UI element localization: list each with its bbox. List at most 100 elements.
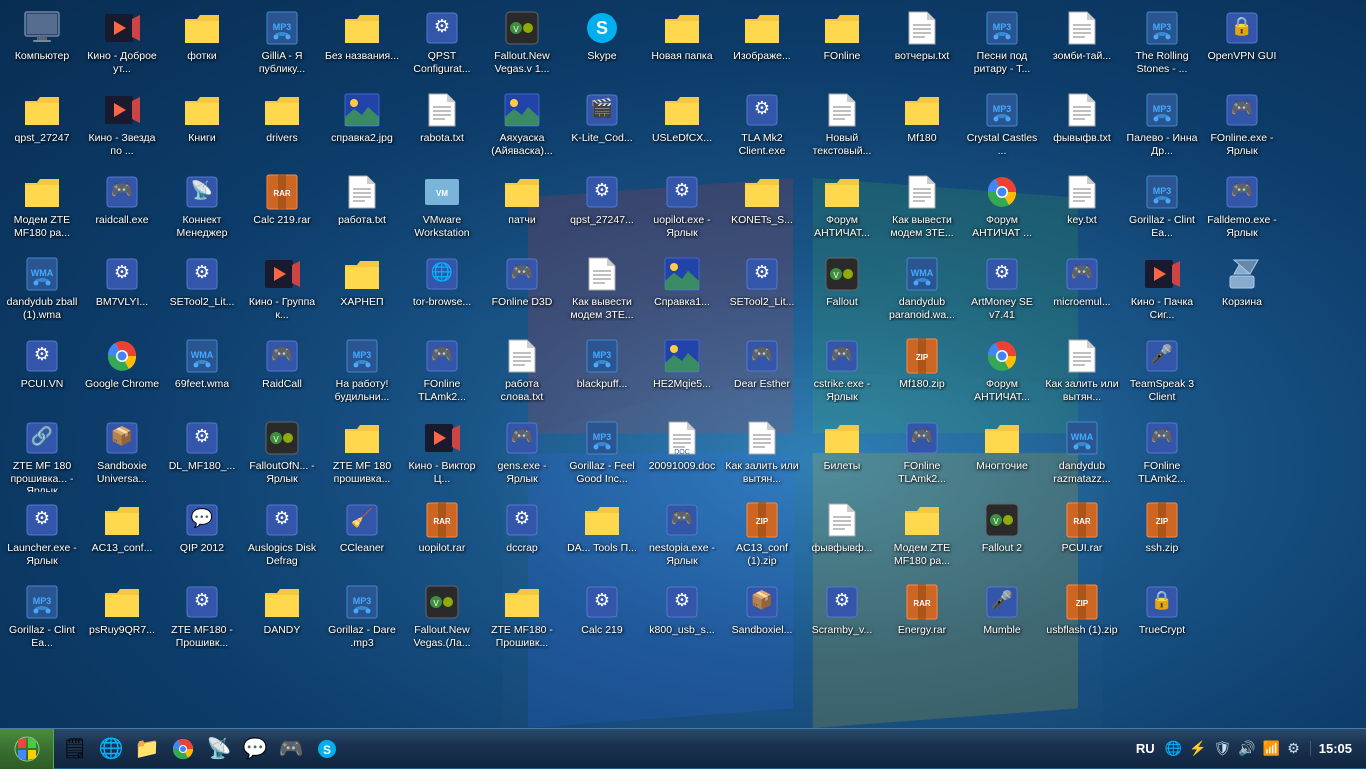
desktop-icon-k-lite-cod[interactable]: 🎬 K-Lite_Cod... — [562, 86, 642, 168]
desktop-icon-spravka1[interactable]: Справка1... — [642, 250, 722, 332]
desktop-icon-fonline-folder[interactable]: FOnline — [802, 4, 882, 86]
desktop-icon-uslefcx[interactable]: USLeDfCX... — [642, 86, 722, 168]
desktop-icon-dl-mf180[interactable]: ⚙ DL_MF180_... — [162, 414, 242, 496]
desktop-icon-bm7vlyi[interactable]: ⚙ BM7VLYI... — [82, 250, 162, 332]
desktop-icon-fallout-new-vegas-v1[interactable]: V Fallout.New Vegas.v 1... — [482, 4, 562, 86]
desktop-icon-openvpn-gui[interactable]: 🔒 OpenVPN GUI — [1202, 4, 1282, 86]
desktop-icon-novaya-papka[interactable]: Новая папка — [642, 4, 722, 86]
desktop-icon-tor-browser[interactable]: 🌐 tor-browse... — [402, 250, 482, 332]
desktop-icon-bilety[interactable]: Билеты — [802, 414, 882, 496]
tray-extra-icon[interactable]: ⚙ — [1285, 738, 1302, 759]
desktop-icon-uopilot-rar[interactable]: RAR uopilot.rar — [402, 496, 482, 578]
taskbar-extra1[interactable]: 📡 — [202, 732, 236, 766]
desktop-icon-dandy[interactable]: DANDY — [242, 578, 322, 660]
desktop-icon-sandboxie-app[interactable]: 📦 Sandboxiel... — [722, 578, 802, 660]
desktop-icon-qpst27247[interactable]: qpst_27247 — [2, 86, 82, 168]
desktop-icon-fallout-new-vegas-la[interactable]: V Fallout.New Vegas.(Ла... — [402, 578, 482, 660]
desktop-icon-mnogtochie[interactable]: Многточие — [962, 414, 1042, 496]
desktop-icon-kino-viktor[interactable]: Кино - Виктор Ц... — [402, 414, 482, 496]
desktop-icon-calc-tools[interactable]: DA... Tools П... — [562, 496, 642, 578]
desktop-icon-calc219-app[interactable]: ⚙ Calc 219 — [562, 578, 642, 660]
desktop-icon-pcui-rar[interactable]: RAR PCUI.rar — [1042, 496, 1122, 578]
desktop-icon-69feet-wma[interactable]: WMA 69feet.wma — [162, 332, 242, 414]
desktop-icon-teamspeak3[interactable]: 🎤 TeamSpeak 3 Client — [1122, 332, 1202, 414]
desktop-icon-fonline-tlamk2-2[interactable]: 🎮 FOnline TLAmk2... — [882, 414, 962, 496]
desktop-icon-zte-mf180-prom[interactable]: ⚙ ZTE MF180 - Прошивк... — [162, 578, 242, 660]
desktop-icon-xarnep[interactable]: ХАРНЕП — [322, 250, 402, 332]
desktop-icon-zte-mf180-pr[interactable]: ZTE MF 180 прошивка... — [322, 414, 402, 496]
desktop-icon-fyvfyvfv-txt[interactable]: фывыфв.txt — [1042, 86, 1122, 168]
desktop-icon-energy-rar[interactable]: RAR Energy.rar — [882, 578, 962, 660]
desktop-icon-spravka2-jpg[interactable]: справка2.jpg — [322, 86, 402, 168]
desktop-icon-artmoney-se[interactable]: ⚙ ArtMoney SE v7.41 — [962, 250, 1042, 332]
desktop-icon-izobrazhe[interactable]: Изображе... — [722, 4, 802, 86]
desktop-icon-uopilot-yarlyk[interactable]: ⚙ uopilot.exe - Ярлык — [642, 168, 722, 250]
desktop-icon-patchi[interactable]: патчи — [482, 168, 562, 250]
desktop-icon-kak-zalit-ili2[interactable]: Как залить или вытян... — [1042, 332, 1122, 414]
desktop-icon-scramby-v[interactable]: ⚙ Scramby_v... — [802, 578, 882, 660]
desktop-icon-ssh-zip[interactable]: ZIP ssh.zip — [1122, 496, 1202, 578]
tray-power-icon[interactable]: ⚡ — [1187, 738, 1208, 759]
desktop-icon-key-txt[interactable]: key.txt — [1042, 168, 1122, 250]
desktop-icon-launcher-exe[interactable]: ⚙ Launcher.exe - Ярлык — [2, 496, 82, 578]
desktop-icon-he2mqie5[interactable]: HE2Mqie5... — [642, 332, 722, 414]
desktop-icon-skype[interactable]: S Skype — [562, 4, 642, 86]
desktop-icon-truecrypt[interactable]: 🔒 TrueCrypt — [1122, 578, 1202, 660]
desktop-icon-modemzte[interactable]: Модем ZTE MF180 ра... — [2, 168, 82, 250]
desktop-icon-fallout-app[interactable]: V Fallout — [802, 250, 882, 332]
desktop-icon-setool2-lit2[interactable]: ⚙ SETool2_Lit... — [722, 250, 802, 332]
desktop-icon-kino-gruppa[interactable]: Кино - Группа к... — [242, 250, 322, 332]
desktop-icon-forum-antichat-2[interactable]: Форум АНТИЧАТ... — [962, 332, 1042, 414]
desktop-icon-qip2012[interactable]: 💬 QIP 2012 — [162, 496, 242, 578]
taskbar-explorer[interactable]: 📁 — [130, 732, 164, 766]
desktop-icon-psruy9qr7[interactable]: psRuy9QR7... — [82, 578, 162, 660]
desktop-icon-usbflash[interactable]: ZIP usbflash (1).zip — [1042, 578, 1122, 660]
desktop-icon-falldemo-yarlyk[interactable]: 🎮 Falldemo.exe - Ярлык — [1202, 168, 1282, 250]
language-indicator[interactable]: RU — [1132, 739, 1159, 758]
desktop-icon-nestopia-yarlyk[interactable]: 🎮 nestopia.exe - Ярлык — [642, 496, 722, 578]
desktop-icon-gillia-ya[interactable]: MP3 GilliA - Я публику... — [242, 4, 322, 86]
desktop-icon-mf180[interactable]: Mf180 — [882, 86, 962, 168]
desktop-icon-fonline-tlamk2-3[interactable]: 🎮 FOnline TLAmk2... — [1122, 414, 1202, 496]
desktop-icon-vmware-workstation[interactable]: VM VMware Workstation — [402, 168, 482, 250]
desktop-icon-fyvfyvf[interactable]: фывфывф... — [802, 496, 882, 578]
desktop-icon-fotki[interactable]: фотки — [162, 4, 242, 86]
desktop-icon-microemul[interactable]: 🎮 microemul... — [1042, 250, 1122, 332]
desktop-icon-mf180-zip[interactable]: ZIP Mf180.zip — [882, 332, 962, 414]
desktop-icon-fonline-tlamk2[interactable]: 🎮 FOnline TLAmk2... — [402, 332, 482, 414]
desktop-icon-dandydub-razmatazz[interactable]: WMA dandydub razmatazz... — [1042, 414, 1122, 496]
desktop-icon-palevo-inna[interactable]: MP3 Палево - Инна Др... — [1122, 86, 1202, 168]
taskbar-ie[interactable]: 🌐 — [94, 732, 128, 766]
desktop-icon-kino-pacha[interactable]: Кино - Пачка Сиг... — [1122, 250, 1202, 332]
desktop-icon-blackpuff[interactable]: MP3 blackpuff... — [562, 332, 642, 414]
desktop-icon-rabota-txt[interactable]: работа.txt — [322, 168, 402, 250]
desktop-icon-rabota-slova[interactable]: работа слова.txt — [482, 332, 562, 414]
desktop-icon-gorillaz-clint[interactable]: MP3 Gorillaz - Clint Ea... — [2, 578, 82, 660]
desktop-icon-20091009-doc[interactable]: DOC 20091009.doc — [642, 414, 722, 496]
desktop-icon-setool2-lit[interactable]: ⚙ SETool2_Lit... — [162, 250, 242, 332]
tray-volume-icon[interactable]: 🔊 — [1236, 738, 1257, 759]
desktop-icon-dandydub-wma[interactable]: WMA dandydub zball (1).wma — [2, 250, 82, 332]
desktop-icon-modem-zte-mf180[interactable]: Модем ZTE MF180 ра... — [882, 496, 962, 578]
desktop-icon-tla-mk2[interactable]: ⚙ TLA Mk2 Client.exe — [722, 86, 802, 168]
desktop-icon-qpst-configurat[interactable]: ⚙ QPST Configurat... — [402, 4, 482, 86]
desktop-icon-mumble[interactable]: 🎤 Mumble — [962, 578, 1042, 660]
desktop-icon-zte-mf180-pr2[interactable]: ZTE MF180 - Прошивк... — [482, 578, 562, 660]
desktop-icon-crystal-castles[interactable]: MP3 Crystal Castles ... — [962, 86, 1042, 168]
desktop-icon-sandboxie[interactable]: 📦 Sandboxie Universa... — [82, 414, 162, 496]
desktop-icon-computer[interactable]: Компьютер — [2, 4, 82, 86]
desktop-icon-dccrap[interactable]: ⚙ dccrap — [482, 496, 562, 578]
desktop-icon-ayxuaska[interactable]: Аяхуаска (Айяваска)... — [482, 86, 562, 168]
start-button[interactable] — [0, 729, 54, 769]
desktop-icon-knigi[interactable]: Книги — [162, 86, 242, 168]
desktop-icon-ac13-conf[interactable]: AC13_conf... — [82, 496, 162, 578]
desktop-icon-calc219-rar[interactable]: RAR Calc 219.rar — [242, 168, 322, 250]
desktop-icon-rolling-stones[interactable]: MP3 The Rolling Stones - ... — [1122, 4, 1202, 86]
desktop-icon-zte-mf180-yarlyk[interactable]: 🔗 ZTE MF 180 прошивка... - Ярлык — [2, 414, 82, 496]
desktop-icon-konekt-menedzher[interactable]: 📡 Коннект Менеджер — [162, 168, 242, 250]
desktop-icon-rabota-txt2[interactable]: rabota.txt — [402, 86, 482, 168]
desktop-icon-novyi-tekstovyi[interactable]: Новый текстовый... — [802, 86, 882, 168]
tray-security-icon[interactable]: 🛡 — [1212, 738, 1234, 759]
desktop-icon-kino-zvezda[interactable]: Кино - Звезда по ... — [82, 86, 162, 168]
desktop-icon-kak-vyvesti-modem2[interactable]: Как вывести модем ЗТЕ... — [882, 168, 962, 250]
